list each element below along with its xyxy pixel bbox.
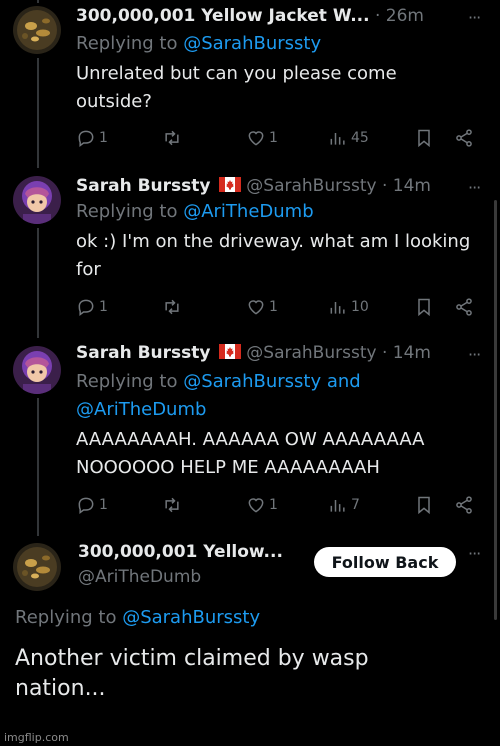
sarah-avatar-image	[13, 176, 61, 224]
like-count: 1	[269, 497, 278, 513]
like-count: 1	[269, 130, 278, 146]
reply-button[interactable]: 1	[76, 494, 108, 516]
reply-button[interactable]: 1	[76, 296, 108, 318]
follow-back-button[interactable]: Follow Back	[314, 547, 456, 577]
retweet-button[interactable]	[162, 494, 182, 516]
mention-link[interactable]: @SarahBurssty	[183, 33, 321, 54]
like-icon	[248, 300, 264, 315]
like-button[interactable]: 1	[246, 127, 278, 149]
action-bar: 1 1 7	[76, 494, 476, 516]
like-count: 1	[269, 299, 278, 315]
retweet-button[interactable]	[162, 296, 182, 318]
reply-count: 1	[99, 299, 108, 315]
tweet-text: AAAAAAAAH. AAAAAA OW AAAAAAAA NOOOOOO HE…	[76, 429, 425, 478]
tweet-text: ok :) I'm on the driveway. what am I loo…	[76, 231, 471, 280]
share-icon	[456, 129, 472, 147]
views-button[interactable]: 7	[328, 494, 360, 516]
tweet-header: 300,000,001 Yellow Jacket W... · 26m	[76, 6, 424, 26]
avatar[interactable]	[13, 543, 61, 591]
like-button[interactable]: 1	[246, 494, 278, 516]
avatar[interactable]	[13, 346, 61, 394]
main-tweet-text: Another victim claimed by wasp nation...	[15, 646, 369, 701]
tweet-text: Unrelated but can you please come outsid…	[76, 63, 397, 112]
mention-link[interactable]: @AriTheDumb	[76, 396, 361, 424]
view-count: 10	[351, 299, 369, 315]
more-icon[interactable]: ···	[468, 178, 481, 197]
reply-count: 1	[99, 130, 108, 146]
canada-flag-icon	[218, 344, 241, 359]
more-icon[interactable]: ···	[468, 345, 481, 364]
sarah-avatar-image	[13, 346, 61, 394]
more-icon[interactable]: ···	[468, 544, 481, 563]
views-icon	[330, 302, 345, 314]
main-handle[interactable]: @AriTheDumb	[78, 567, 201, 587]
view-count: 7	[351, 497, 360, 513]
share-icon	[456, 298, 472, 316]
like-icon	[248, 498, 264, 513]
replying-to: Replying to @SarahBurssty	[15, 607, 261, 628]
reply-icon	[78, 299, 94, 316]
tweet[interactable]: 300,000,001 Yellow Jacket W... · 26m ···…	[0, 0, 500, 160]
replying-to: Replying to @AriTheDumb	[76, 201, 314, 222]
reply-button[interactable]: 1	[76, 127, 108, 149]
share-button[interactable]	[454, 296, 474, 318]
views-button[interactable]: 10	[328, 296, 369, 318]
display-name[interactable]: Sarah Burssty	[76, 343, 210, 363]
reply-count: 1	[99, 497, 108, 513]
timestamp[interactable]: · 26m	[375, 6, 424, 26]
like-button[interactable]: 1	[246, 296, 278, 318]
mention-link[interactable]: @SarahBurssty	[122, 607, 260, 628]
views-icon	[330, 500, 345, 512]
share-button[interactable]	[454, 127, 474, 149]
bookmark-icon	[418, 298, 430, 317]
retweet-button[interactable]	[162, 127, 182, 149]
mention-link[interactable]: @AriTheDumb	[183, 201, 313, 222]
watermark: imgflip.com	[4, 731, 69, 744]
bookmark-button[interactable]	[414, 494, 434, 516]
tweet[interactable]: Sarah Burssty @SarahBurssty · 14m ··· Re…	[0, 338, 500, 528]
view-count: 45	[351, 130, 369, 146]
tweet-header: Sarah Burssty @SarahBurssty · 14m	[76, 176, 431, 196]
reply-icon	[78, 130, 94, 147]
wasp-avatar-image	[13, 543, 61, 591]
wasp-avatar-image	[13, 6, 61, 54]
replying-to: Replying to @SarahBurssty and @AriTheDum…	[76, 368, 361, 424]
tweet-header: Sarah Burssty @SarahBurssty · 14m	[76, 343, 431, 363]
like-icon	[248, 131, 264, 146]
bookmark-button[interactable]	[414, 296, 434, 318]
replying-to: Replying to @SarahBurssty	[76, 33, 322, 54]
share-button[interactable]	[454, 494, 474, 516]
more-icon[interactable]: ···	[468, 8, 481, 27]
display-name[interactable]: Sarah Burssty	[76, 176, 210, 196]
views-button[interactable]: 45	[328, 127, 369, 149]
retweet-icon	[165, 299, 179, 315]
main-display-name[interactable]: 300,000,001 Yellow...	[78, 542, 283, 562]
canada-flag-icon	[218, 177, 241, 192]
bookmark-icon	[418, 129, 430, 148]
action-bar: 1 1 10	[76, 296, 476, 318]
retweet-icon	[165, 497, 179, 513]
avatar[interactable]	[13, 6, 61, 54]
handle-and-timestamp[interactable]: @SarahBurssty · 14m	[246, 343, 431, 363]
handle-and-timestamp[interactable]: @SarahBurssty · 14m	[246, 176, 431, 196]
mention-link[interactable]: @SarahBurssty and	[183, 371, 361, 392]
share-icon	[456, 496, 472, 514]
reply-icon	[78, 497, 94, 514]
action-bar: 1 1 45	[76, 127, 476, 149]
retweet-icon	[165, 130, 179, 146]
bookmark-icon	[418, 496, 430, 515]
bookmark-button[interactable]	[414, 127, 434, 149]
views-icon	[330, 133, 345, 145]
avatar[interactable]	[13, 176, 61, 224]
tweet[interactable]: Sarah Burssty @SarahBurssty · 14m ··· Re…	[0, 168, 500, 328]
display-name[interactable]: 300,000,001 Yellow Jacket W...	[76, 6, 370, 26]
